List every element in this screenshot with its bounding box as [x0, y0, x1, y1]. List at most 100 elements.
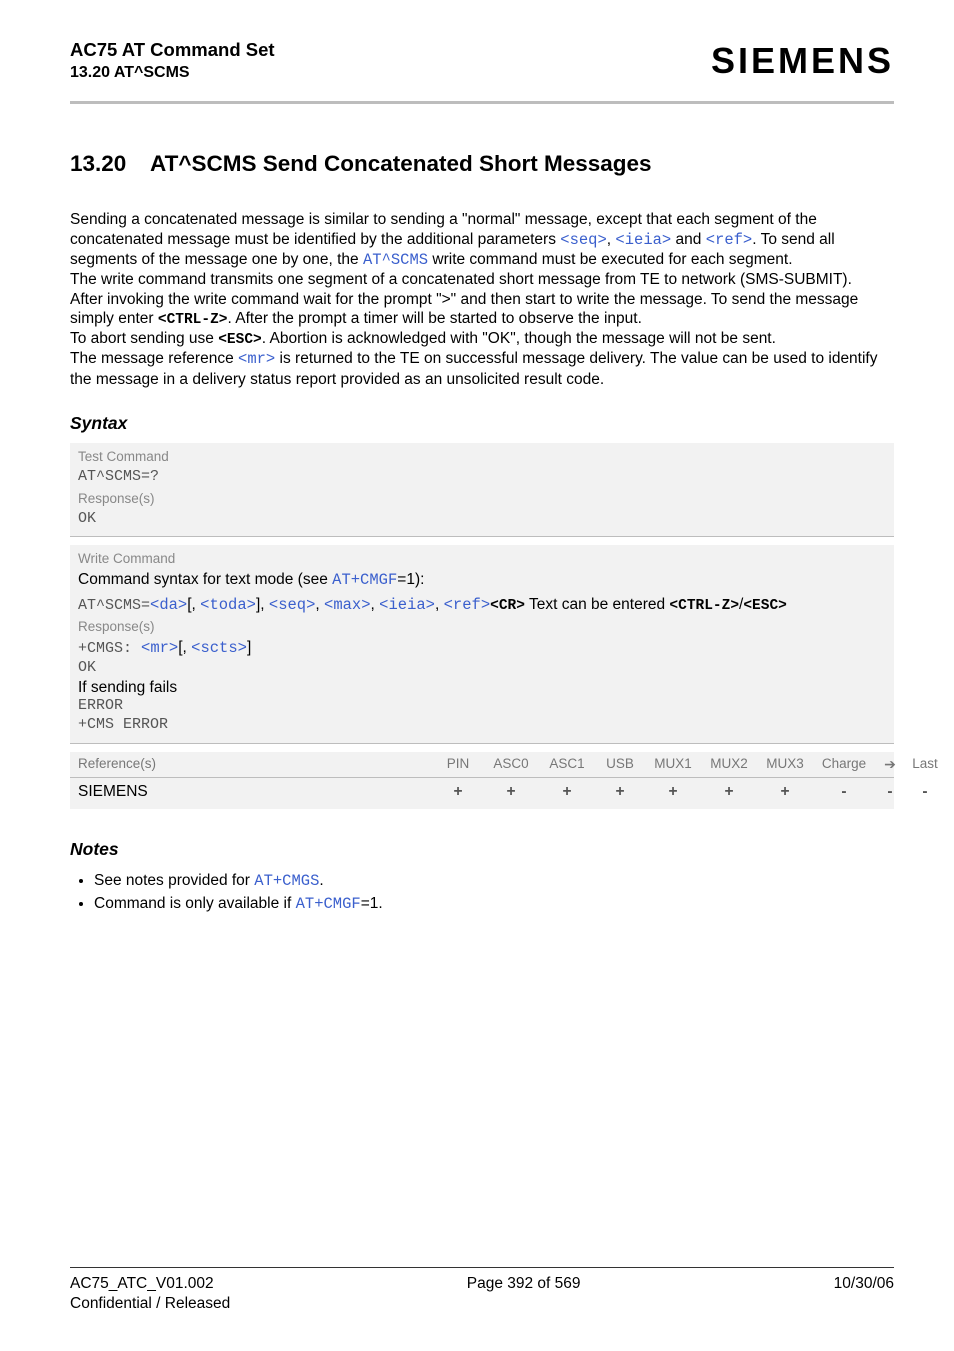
test-command-box: Test Command AT^SCMS=? Response(s) OK	[70, 443, 894, 537]
footer-divider	[70, 1267, 894, 1268]
col-arrow-icon: ➔	[875, 756, 905, 774]
notes-list: See notes provided for AT+CMGS. Command …	[70, 871, 894, 914]
test-command-text: AT^SCMS=?	[78, 468, 886, 487]
param-toda[interactable]: <toda>	[200, 596, 256, 614]
doc-title: AC75 AT Command Set	[70, 38, 275, 61]
cmd-link-atscms[interactable]: AT^SCMS	[363, 251, 428, 269]
param-ieia2[interactable]: <ieia>	[379, 596, 435, 614]
param-seq[interactable]: <seq>	[560, 231, 607, 249]
col-asc0: ASC0	[483, 756, 539, 773]
test-response-text: OK	[78, 510, 886, 529]
val-mux1: +	[645, 782, 701, 801]
intro-p3: After invoking the write command wait fo…	[70, 290, 894, 330]
response-line-fail: If sending fails	[78, 678, 886, 697]
footer-date: 10/30/06	[834, 1274, 894, 1293]
header-left: AC75 AT Command Set 13.20 AT^SCMS	[70, 38, 275, 83]
text: .	[319, 872, 323, 889]
val-last: -	[905, 782, 945, 801]
val-charge: -	[813, 782, 875, 801]
text: . Abortion is acknowledged with "OK", th…	[262, 330, 776, 347]
write-command-line2: AT^SCMS=<da>[, <toda>], <seq>, <max>, <i…	[78, 595, 886, 616]
text: Command is only available if	[94, 895, 296, 912]
col-pin: PIN	[433, 756, 483, 773]
intro-p5: The message reference <mr> is returned t…	[70, 349, 894, 389]
section-title: AT^SCMS Send Concatenated Short Messages	[150, 150, 652, 178]
param-mr[interactable]: <mr>	[238, 350, 275, 368]
text: . After the prompt a timer will be start…	[228, 310, 642, 327]
param-mr2[interactable]: <mr>	[141, 639, 178, 657]
list-item: Command is only available if AT+CMGF=1.	[94, 894, 894, 914]
test-command-label: Test Command	[78, 449, 886, 466]
col-mux1: MUX1	[645, 756, 701, 773]
param-max[interactable]: <max>	[324, 596, 371, 614]
notes-heading: Notes	[70, 839, 894, 861]
param-seq2[interactable]: <seq>	[269, 596, 316, 614]
list-item: See notes provided for AT+CMGS.	[94, 871, 894, 891]
text: [,	[178, 639, 191, 656]
intro-p1: Sending a concatenated message is simila…	[70, 210, 894, 270]
text: and	[671, 231, 705, 248]
text: write command must be executed for each …	[428, 251, 792, 268]
cmd-link-atcmgs[interactable]: AT+CMGS	[254, 872, 319, 890]
write-response-block: +CMGS: <mr>[, <scts>] OK If sending fail…	[78, 638, 886, 734]
write-command-label: Write Command	[78, 551, 886, 568]
footer-page-number: Page 392 of 569	[467, 1274, 581, 1293]
param-ieia[interactable]: <ieia>	[615, 231, 671, 249]
section-number: 13.20	[70, 150, 150, 178]
reference-label: Reference(s)	[78, 756, 433, 773]
reference-value-row: SIEMENS + + + + + + + - - -	[70, 778, 894, 809]
reference-header-row: Reference(s) PIN ASC0 ASC1 USB MUX1 MUX2…	[70, 752, 894, 779]
keyword-ctrlz: <CTRL-Z>	[158, 312, 228, 328]
text: =1):	[397, 571, 424, 588]
param-scts[interactable]: <scts>	[191, 639, 247, 657]
text: ]	[247, 639, 251, 656]
col-asc1: ASC1	[539, 756, 595, 773]
keyword-ctrlz2: <CTRL-Z>	[669, 598, 739, 614]
val-arrow: -	[875, 782, 905, 801]
header-divider	[70, 101, 894, 104]
footer-doc-id: AC75_ATC_V01.002	[70, 1274, 214, 1293]
keyword-cr: <CR>	[490, 598, 525, 614]
param-ref2[interactable]: <ref>	[444, 596, 491, 614]
text: ],	[256, 596, 269, 613]
val-asc1: +	[539, 782, 595, 801]
write-command-box: Write Command Command syntax for text mo…	[70, 545, 894, 743]
col-last: Last	[905, 756, 945, 773]
write-response-label: Response(s)	[78, 619, 886, 636]
cmd-link-atcmgf[interactable]: AT+CMGF	[332, 571, 397, 589]
syntax-heading: Syntax	[70, 413, 894, 435]
text: Text can be entered	[525, 596, 669, 613]
text: Command syntax for text mode (see	[78, 571, 332, 588]
param-ref[interactable]: <ref>	[706, 231, 753, 249]
response-line-cmgs: +CMGS: <mr>[, <scts>]	[78, 638, 886, 659]
keyword-esc2: <ESC>	[743, 598, 787, 614]
footer-confidential: Confidential / Released	[70, 1294, 894, 1313]
text: ,	[315, 596, 324, 613]
col-mux2: MUX2	[701, 756, 757, 773]
text: ,	[435, 596, 444, 613]
val-mux3: +	[757, 782, 813, 801]
resp-cmgs: +CMGS:	[78, 640, 141, 657]
intro-p4: To abort sending use <ESC>. Abortion is …	[70, 329, 894, 349]
text: [,	[187, 596, 200, 613]
response-line-ok: OK	[78, 659, 886, 678]
brand-logo: SIEMENS	[711, 38, 894, 83]
response-line-error: ERROR	[78, 697, 886, 716]
section-heading: 13.20 AT^SCMS Send Concatenated Short Me…	[70, 150, 894, 178]
test-response-label: Response(s)	[78, 491, 886, 508]
page-footer: AC75_ATC_V01.002 Page 392 of 569 10/30/0…	[70, 1267, 894, 1313]
text: The message reference	[70, 350, 238, 367]
keyword-esc: <ESC>	[218, 332, 262, 348]
intro-p2: The write command transmits one segment …	[70, 270, 894, 289]
intro-paragraphs: Sending a concatenated message is simila…	[70, 210, 894, 389]
val-usb: +	[595, 782, 645, 801]
col-mux3: MUX3	[757, 756, 813, 773]
cmd-link-atcmgf2[interactable]: AT+CMGF	[296, 895, 361, 913]
page-header: AC75 AT Command Set 13.20 AT^SCMS SIEMEN…	[70, 38, 894, 83]
cmd-prefix: AT^SCMS=	[78, 597, 150, 614]
val-mux2: +	[701, 782, 757, 801]
param-da[interactable]: <da>	[150, 596, 187, 614]
doc-section-ref: 13.20 AT^SCMS	[70, 63, 275, 83]
text: See notes provided for	[94, 872, 254, 889]
text: =1.	[361, 895, 383, 912]
